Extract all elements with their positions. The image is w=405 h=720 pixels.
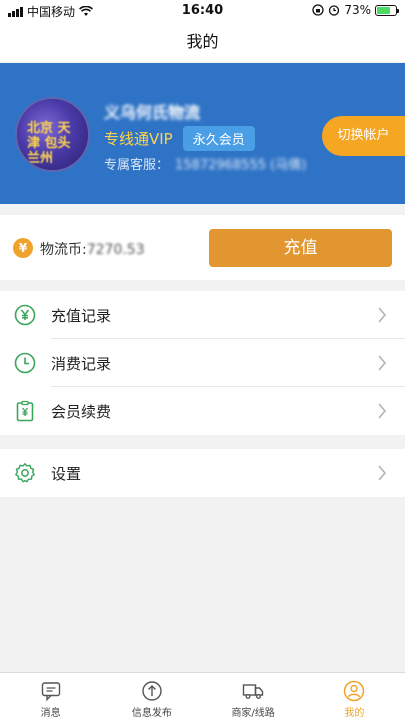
battery-fill xyxy=(377,6,391,14)
chevron-right-icon xyxy=(378,355,387,371)
tab-merchants-routes[interactable]: 商家/线路 xyxy=(203,673,304,720)
tab-publish[interactable]: 信息发布 xyxy=(101,673,202,720)
menu-item-membership-renewal[interactable]: 会员续费 xyxy=(0,387,405,435)
menu-item-recharge-records[interactable]: 充值记录 xyxy=(0,291,405,339)
vip-label: 专线通VIP xyxy=(104,130,173,148)
balance-value: 7270.53 xyxy=(86,242,145,258)
menu-label: 设置 xyxy=(51,465,82,483)
tab-label: 信息发布 xyxy=(131,708,172,719)
truck-icon xyxy=(242,684,264,699)
user-icon xyxy=(344,680,365,702)
alarm-icon xyxy=(329,5,340,16)
tab-mine[interactable]: 我的 xyxy=(304,673,405,720)
tab-label: 商家/线路 xyxy=(231,708,275,719)
switch-account-button[interactable]: 切换帐户 xyxy=(322,116,405,156)
menu-label: 消费记录 xyxy=(51,355,112,373)
menu-label: 充值记录 xyxy=(51,307,112,325)
chevron-right-icon xyxy=(378,403,387,419)
profile-card: 北京 天津 包头 兰州 义乌何氏物流 专线通VIP 永久会员 专属客服： 158… xyxy=(0,63,405,204)
chevron-right-icon xyxy=(378,465,387,481)
avatar-text: 北京 天津 包头 兰州 xyxy=(27,121,71,166)
menu-item-consumption-records[interactable]: 消费记录 xyxy=(0,339,405,387)
message-icon xyxy=(41,682,60,702)
service-phone[interactable]: 15872968555 (马倩) xyxy=(175,154,306,173)
menu-label: 会员续费 xyxy=(51,403,112,421)
tab-messages[interactable]: 消息 xyxy=(0,673,101,720)
status-bar: 中国移动 16:40 73% xyxy=(0,0,405,22)
chevron-right-icon xyxy=(378,307,387,323)
battery-percent: 73% xyxy=(344,3,371,17)
balance-section: ¥ 物流币:7270.53 充值 xyxy=(0,215,405,280)
tab-label: 消息 xyxy=(40,708,61,719)
avatar[interactable]: 北京 天津 包头 兰州 xyxy=(15,97,90,172)
records-menu: 充值记录 消费记录 会员续费 xyxy=(0,291,405,435)
menu-item-settings[interactable]: 设置 xyxy=(0,449,405,497)
recharge-button[interactable]: 充值 xyxy=(209,229,392,267)
clock-icon xyxy=(14,352,36,374)
balance-label: 物流币: xyxy=(40,242,87,258)
clipboard-yen-icon xyxy=(16,400,34,422)
service-contact: 专属客服： 15872968555 (马倩) xyxy=(104,154,306,173)
status-right: 73% xyxy=(312,3,399,17)
publish-icon xyxy=(142,681,162,701)
vip-badge: 永久会员 xyxy=(182,126,255,151)
tab-label: 我的 xyxy=(344,708,365,719)
service-label: 专属客服： xyxy=(104,158,170,173)
settings-menu: 设置 xyxy=(0,449,405,497)
rotation-lock-icon xyxy=(312,4,324,16)
gear-icon xyxy=(15,463,35,483)
yen-circle-icon xyxy=(14,304,36,326)
company-name: 义乌何氏物流 xyxy=(104,103,201,122)
coin-icon: ¥ xyxy=(13,238,33,258)
balance-row: 物流币:7270.53 xyxy=(40,239,145,259)
tab-bar: 消息 信息发布 商家/线路 我的 xyxy=(0,672,405,720)
vip-row: 专线通VIP 永久会员 xyxy=(104,126,255,151)
battery-icon xyxy=(375,4,399,16)
page-title: 我的 xyxy=(0,22,405,62)
